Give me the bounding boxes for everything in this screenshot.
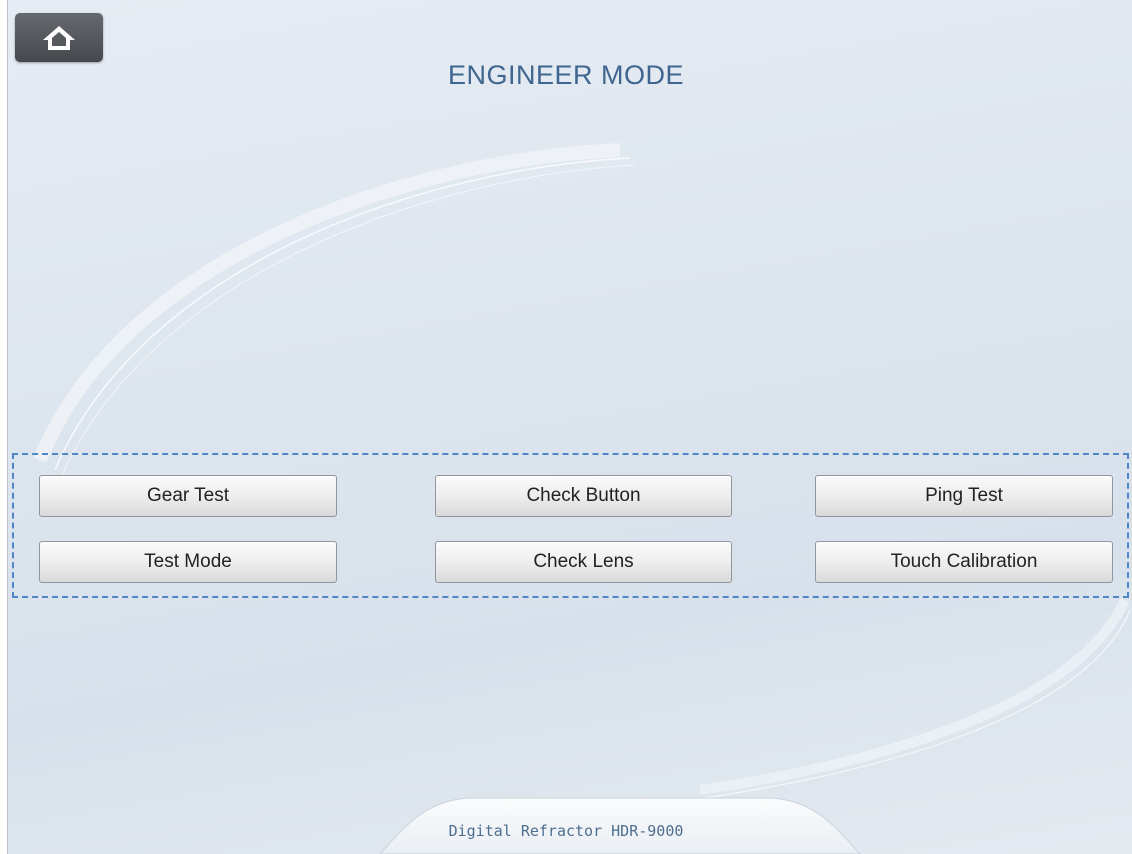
ping-test-button[interactable]: Ping Test	[815, 475, 1113, 517]
touch-calibration-button[interactable]: Touch Calibration	[815, 541, 1113, 583]
test-mode-button[interactable]: Test Mode	[39, 541, 337, 583]
page-title: ENGINEER MODE	[447, 60, 685, 90]
home-icon	[43, 25, 75, 50]
background-swoosh	[33, 143, 1131, 801]
check-button-button[interactable]: Check Button	[435, 475, 732, 517]
footer-tab	[379, 797, 861, 854]
device-model-label: Digital Refractor HDR-9000	[448, 822, 684, 840]
gear-test-button[interactable]: Gear Test	[39, 475, 337, 517]
home-button[interactable]	[15, 13, 103, 62]
engineer-mode-screen: ENGINEER MODE Gear Test Check Button Pin…	[0, 0, 1132, 854]
left-edge-rail	[0, 0, 8, 854]
check-lens-button[interactable]: Check Lens	[435, 541, 732, 583]
